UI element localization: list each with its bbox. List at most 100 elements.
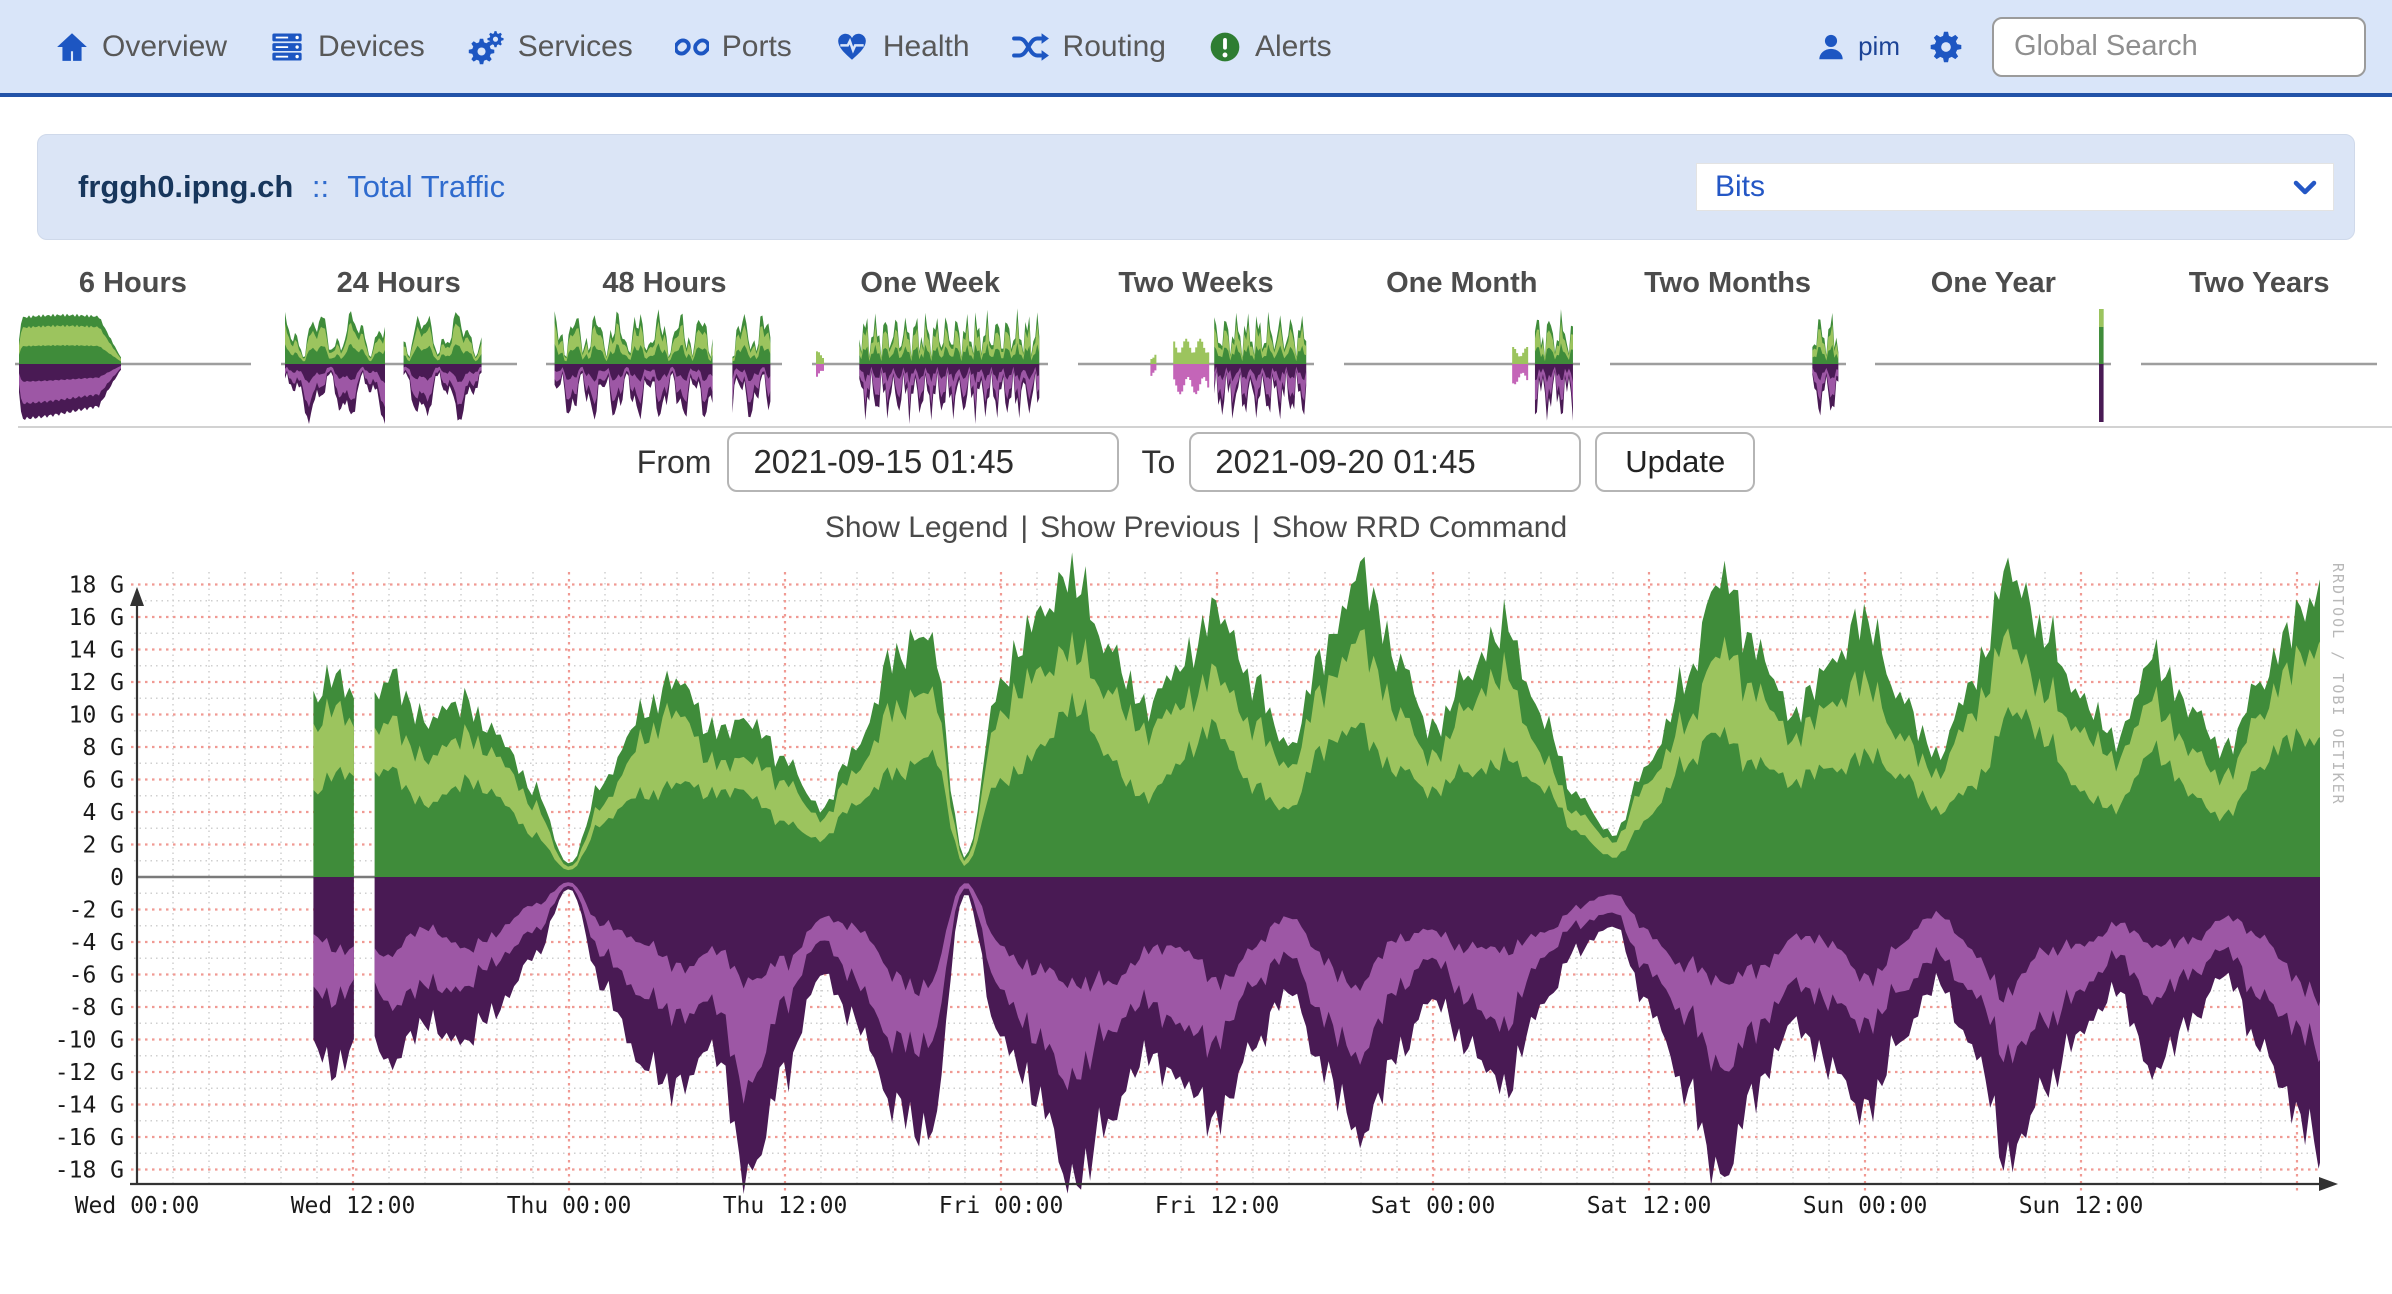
time-range-label: 48 Hours xyxy=(532,264,798,302)
link-separator: | xyxy=(1020,511,1028,544)
home-icon xyxy=(55,30,89,64)
thumbnails-divider xyxy=(18,426,2392,428)
devices-icon xyxy=(269,29,305,65)
title-separator: :: xyxy=(312,169,329,204)
time-range-sparkline xyxy=(544,302,784,426)
svg-text:2 G: 2 G xyxy=(82,833,124,859)
time-range-48-hours[interactable]: 48 Hours xyxy=(532,264,798,426)
time-range-label: Two Years xyxy=(2126,264,2392,302)
to-date-input[interactable] xyxy=(1189,432,1581,492)
time-range-sparkline xyxy=(13,302,253,426)
from-date-input[interactable] xyxy=(727,432,1119,492)
time-range-one-year[interactable]: One Year xyxy=(1860,264,2126,426)
link-show-legend[interactable]: Show Legend xyxy=(825,511,1009,544)
nav-item-routing[interactable]: Routing xyxy=(1012,30,1166,64)
time-range-label: One Month xyxy=(1329,264,1595,302)
nav-item-label: Health xyxy=(883,30,970,64)
nav-item-health[interactable]: Health xyxy=(834,30,970,64)
nav-item-label: Ports xyxy=(722,30,792,64)
svg-text:Fri 12:00: Fri 12:00 xyxy=(1155,1193,1280,1219)
svg-text:Fri 00:00: Fri 00:00 xyxy=(939,1193,1064,1219)
nav-item-label: Devices xyxy=(318,30,425,64)
chevron-down-icon xyxy=(2293,170,2317,204)
units-select-value: Bits xyxy=(1715,170,1765,204)
svg-text:-4 G: -4 G xyxy=(69,930,124,956)
update-button[interactable]: Update xyxy=(1595,432,1755,492)
time-range-label: Two Weeks xyxy=(1063,264,1329,302)
svg-text:-2 G: -2 G xyxy=(69,898,124,924)
svg-text:Wed 00:00: Wed 00:00 xyxy=(75,1193,200,1219)
svg-text:Sun 12:00: Sun 12:00 xyxy=(2019,1193,2144,1219)
user-menu[interactable]: pim xyxy=(1816,31,1900,62)
to-label: To xyxy=(1141,444,1175,481)
link-separator: | xyxy=(1252,511,1260,544)
time-range-sparkline xyxy=(1076,302,1316,426)
time-range-two-years[interactable]: Two Years xyxy=(2126,264,2392,426)
svg-text:6 G: 6 G xyxy=(82,768,124,794)
svg-text:10 G: 10 G xyxy=(69,703,124,729)
user-icon xyxy=(1816,32,1846,62)
svg-text:-10 G: -10 G xyxy=(55,1028,124,1054)
svg-text:Thu 12:00: Thu 12:00 xyxy=(723,1193,848,1219)
username: pim xyxy=(1858,31,1900,62)
nav-item-services[interactable]: Services xyxy=(467,29,633,65)
svg-text:-8 G: -8 G xyxy=(69,995,124,1021)
global-search-input[interactable] xyxy=(1992,17,2366,77)
svg-text:-18 G: -18 G xyxy=(55,1158,124,1184)
rrdtool-watermark: RRDTOOL / TOBI OETIKER xyxy=(2329,563,2347,806)
nav-item-overview[interactable]: Overview xyxy=(55,30,227,64)
time-range-label: Two Months xyxy=(1595,264,1861,302)
page-title: frggh0.ipng.ch :: Total Traffic xyxy=(78,169,505,205)
nav-item-alerts[interactable]: Alerts xyxy=(1208,30,1332,64)
svg-text:12 G: 12 G xyxy=(69,670,124,696)
svg-text:Sun 00:00: Sun 00:00 xyxy=(1803,1193,1928,1219)
time-range-24-hours[interactable]: 24 Hours xyxy=(266,264,532,426)
units-select[interactable]: Bits xyxy=(1696,163,2334,211)
nav-item-ports[interactable]: Ports xyxy=(675,30,792,64)
top-navbar: Overview Devices Services Ports Health Ro… xyxy=(0,0,2392,97)
svg-text:Wed 12:00: Wed 12:00 xyxy=(291,1193,416,1219)
health-icon xyxy=(834,30,870,64)
time-range-sparkline xyxy=(1342,302,1582,426)
time-range-thumbnails: 6 Hours24 Hours48 HoursOne WeekTwo Weeks… xyxy=(0,264,2392,426)
link-show-rrd-command[interactable]: Show RRD Command xyxy=(1272,511,1567,544)
time-range-one-month[interactable]: One Month xyxy=(1329,264,1595,426)
link-show-previous[interactable]: Show Previous xyxy=(1040,511,1240,544)
time-range-label: 24 Hours xyxy=(266,264,532,302)
settings-gear-button[interactable] xyxy=(1928,29,1964,65)
time-range-two-weeks[interactable]: Two Weeks xyxy=(1063,264,1329,426)
svg-text:Sat 00:00: Sat 00:00 xyxy=(1371,1193,1496,1219)
svg-text:0: 0 xyxy=(110,865,124,891)
time-range-sparkline xyxy=(810,302,1050,426)
svg-text:16 G: 16 G xyxy=(69,605,124,631)
date-range-controls: From To Update xyxy=(0,431,2392,493)
alerts-icon xyxy=(1208,30,1242,64)
routing-icon xyxy=(1012,30,1050,64)
traffic-graph-container: 18 G16 G14 G12 G10 G8 G6 G4 G2 G0-2 G-4 … xyxy=(0,551,2392,1251)
nav-item-label: Services xyxy=(518,30,633,64)
device-name[interactable]: frggh0.ipng.ch xyxy=(78,169,293,204)
time-range-sparkline xyxy=(279,302,519,426)
nav-item-devices[interactable]: Devices xyxy=(269,29,425,65)
time-range-label: One Year xyxy=(1860,264,2126,302)
from-label: From xyxy=(637,444,712,481)
time-range-sparkline xyxy=(1608,302,1848,426)
traffic-graph[interactable]: 18 G16 G14 G12 G10 G8 G6 G4 G2 G0-2 G-4 … xyxy=(0,551,2392,1251)
time-range-6-hours[interactable]: 6 Hours xyxy=(0,264,266,426)
svg-text:Thu 00:00: Thu 00:00 xyxy=(507,1193,632,1219)
svg-text:14 G: 14 G xyxy=(69,638,124,664)
nav-item-label: Overview xyxy=(102,30,227,64)
time-range-sparkline xyxy=(1873,302,2113,426)
time-range-one-week[interactable]: One Week xyxy=(797,264,1063,426)
nav-right: pim xyxy=(1816,17,2366,77)
nav-item-label: Routing xyxy=(1063,30,1166,64)
time-range-label: 6 Hours xyxy=(0,264,266,302)
page-name-link[interactable]: Total Traffic xyxy=(347,169,505,204)
time-range-sparkline xyxy=(2139,302,2379,426)
nav-item-label: Alerts xyxy=(1255,30,1332,64)
svg-text:Sat 12:00: Sat 12:00 xyxy=(1587,1193,1712,1219)
time-range-two-months[interactable]: Two Months xyxy=(1595,264,1861,426)
nav-menu: Overview Devices Services Ports Health Ro… xyxy=(55,29,1374,65)
services-icon xyxy=(467,29,505,65)
svg-text:4 G: 4 G xyxy=(82,800,124,826)
